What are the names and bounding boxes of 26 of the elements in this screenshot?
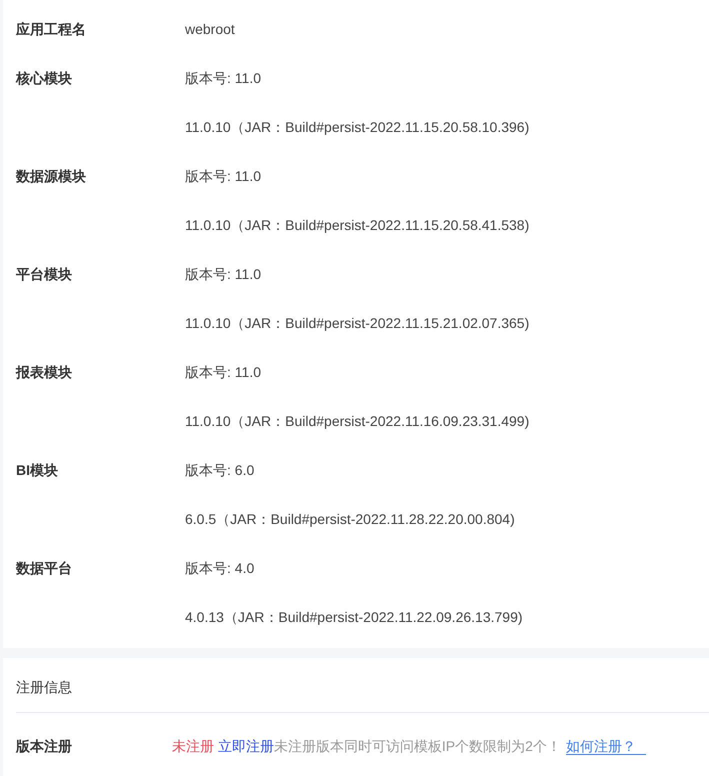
row-label: 版本注册 <box>16 738 73 756</box>
registration-note: 未注册版本同时可访问模板IP个数限制为2个！ <box>274 738 561 754</box>
row-value: 11.0.10（JAR：Build#persist-2022.11.15.20.58.41.538) <box>185 217 530 233</box>
row-value: 版本号: 11.0 <box>185 364 261 380</box>
register-link[interactable]: 立即注册 <box>218 738 274 754</box>
row-value: 版本号: 4.0 <box>185 560 254 576</box>
row-value: 版本号: 11.0 <box>185 168 261 184</box>
row-value: 11.0.10（JAR：Build#persist-2022.11.16.09.23.31.499) <box>185 413 530 429</box>
row-value: 版本号: 6.0 <box>185 462 254 478</box>
help-link[interactable]: 如何注册？ <box>566 738 646 755</box>
row-label: 报表模块 <box>16 363 73 382</box>
row-label: 数据平台 <box>16 559 73 578</box>
row-value: 4.0.13（JAR：Build#persist-2022.11.22.09.26.13.799) <box>185 609 523 625</box>
registration-status: 未注册 <box>172 738 214 754</box>
row-label: BI模块 <box>16 461 59 480</box>
row-value: 版本号: 11.0 <box>185 266 261 282</box>
row-value: 11.0.10（JAR：Build#persist-2022.11.15.20.58.10.396) <box>185 119 530 135</box>
row-label: 应用工程名 <box>16 20 87 39</box>
row-value: 版本号: 11.0 <box>185 70 261 86</box>
section-title: 注册信息 <box>16 678 72 697</box>
row-label: 平台模块 <box>16 265 73 284</box>
row-value: 11.0.10（JAR：Build#persist-2022.11.15.21.02.07.365) <box>185 315 530 331</box>
row-label: 核心模块 <box>16 69 73 88</box>
row-value: webroot <box>185 21 235 37</box>
row-value: 6.0.5（JAR：Build#persist-2022.11.28.22.20.00.804) <box>185 511 515 527</box>
row-label: 数据源模块 <box>16 167 87 186</box>
